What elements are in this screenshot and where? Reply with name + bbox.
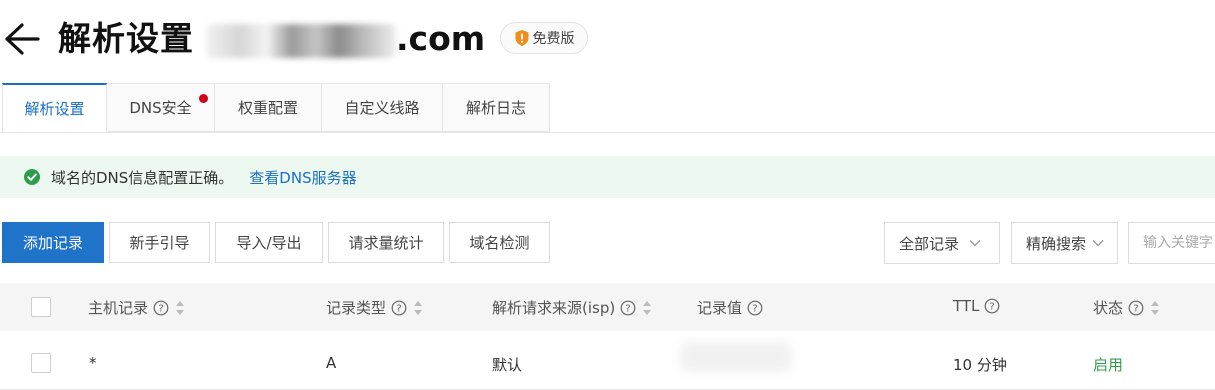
svg-text:?: ? [752, 303, 757, 314]
tab-label: 权重配置 [237, 99, 298, 117]
shield-icon [515, 30, 528, 46]
search-input[interactable] [1128, 222, 1215, 264]
sort-icon[interactable] [641, 299, 653, 317]
tab-dns-logs[interactable]: 解析日志 [443, 83, 550, 132]
column-isp-label: 解析请求来源(isp) [492, 299, 616, 317]
column-type-label: 记录类型 [326, 299, 387, 317]
tab-label: DNS安全 [129, 99, 192, 117]
column-value: 记录值 ? [697, 297, 763, 318]
help-icon[interactable]: ? [984, 298, 1000, 314]
back-arrow-icon[interactable] [2, 17, 42, 61]
cell-value-redacted [680, 342, 792, 372]
page-title: 解析设置 [58, 19, 194, 58]
domain-suffix: .com [396, 19, 486, 58]
search-mode-select[interactable]: 精确搜索 [1011, 222, 1118, 264]
chevron-down-icon [969, 240, 981, 247]
notification-dot [199, 94, 208, 103]
tab-dns-security[interactable]: DNS安全 [107, 83, 215, 132]
help-icon[interactable]: ? [620, 300, 636, 316]
tab-custom-lines[interactable]: 自定义线路 [322, 83, 443, 132]
column-ttl: TTL ? [953, 297, 1000, 315]
sort-icon[interactable] [412, 299, 424, 317]
column-host-label: 主机记录 [88, 299, 149, 317]
column-status-label: 状态 [1093, 299, 1124, 317]
tab-bar: 解析设置 DNS安全 权重配置 自定义线路 解析日志 [2, 83, 550, 133]
cell-status[interactable]: 启用 [1093, 354, 1123, 375]
chevron-down-icon [1092, 240, 1104, 247]
column-isp[interactable]: 解析请求来源(isp) ? [492, 297, 653, 318]
svg-text:?: ? [1133, 303, 1138, 314]
help-icon[interactable]: ? [1128, 300, 1144, 316]
add-record-button[interactable]: 添加记录 [2, 222, 104, 263]
tab-dns-settings[interactable]: 解析设置 [2, 83, 107, 132]
svg-text:?: ? [396, 303, 401, 314]
column-host[interactable]: 主机记录 ? [88, 297, 186, 318]
help-icon[interactable]: ? [391, 300, 407, 316]
check-circle-icon [24, 169, 40, 185]
sort-icon[interactable] [1149, 299, 1161, 317]
svg-text:?: ? [990, 302, 995, 313]
help-icon[interactable]: ? [747, 300, 763, 316]
import-export-button[interactable]: 导入/导出 [215, 222, 323, 263]
view-dns-servers-link[interactable]: 查看DNS服务器 [249, 167, 356, 188]
guide-button[interactable]: 新手引导 [109, 222, 210, 263]
edition-badge-label: 免费版 [532, 31, 575, 47]
sort-icon[interactable] [174, 299, 186, 317]
row-checkbox[interactable] [31, 353, 51, 373]
tab-label: 解析设置 [24, 99, 85, 118]
table-row [0, 337, 1215, 390]
redacted-domain-name [206, 24, 396, 58]
search-mode-value: 精确搜索 [1026, 234, 1087, 253]
edition-badge[interactable]: 免费版 [500, 22, 588, 54]
column-type[interactable]: 记录类型 ? [326, 297, 424, 318]
cell-isp: 默认 [492, 356, 523, 374]
tabs-divider [0, 132, 1215, 133]
dns-status-alert: 域名的DNS信息配置正确。 查看DNS服务器 [0, 156, 1215, 198]
alert-message: 域名的DNS信息配置正确。 [51, 168, 234, 187]
svg-text:?: ? [158, 303, 163, 314]
record-filter-value: 全部记录 [899, 234, 960, 253]
select-all-checkbox[interactable] [31, 297, 51, 317]
tab-label: 自定义线路 [344, 99, 420, 117]
help-icon[interactable]: ? [153, 300, 169, 316]
cell-ttl: 10 分钟 [953, 356, 1007, 374]
tab-label: 解析日志 [465, 99, 526, 117]
domain-check-button[interactable]: 域名检测 [449, 222, 550, 263]
cell-type: A [326, 354, 337, 372]
request-stats-button[interactable]: 请求量统计 [328, 222, 444, 263]
column-ttl-label: TTL [953, 297, 980, 315]
column-status[interactable]: 状态 ? [1093, 297, 1161, 318]
cell-host: * [89, 354, 97, 372]
svg-text:?: ? [626, 303, 631, 314]
record-filter-select[interactable]: 全部记录 [884, 222, 1000, 264]
column-value-label: 记录值 [697, 299, 743, 317]
tab-weight-config[interactable]: 权重配置 [215, 83, 322, 132]
